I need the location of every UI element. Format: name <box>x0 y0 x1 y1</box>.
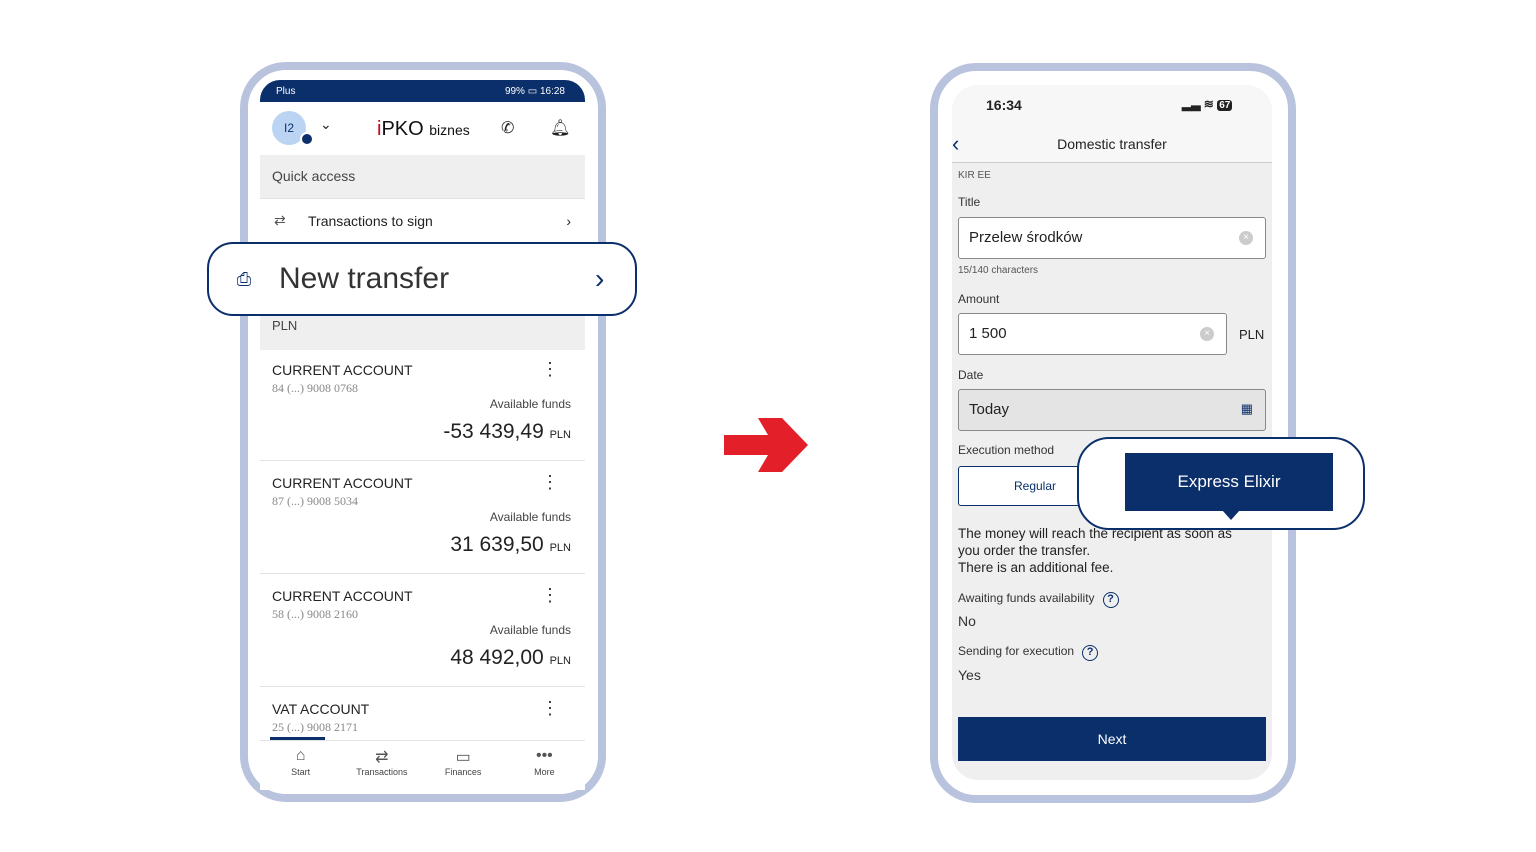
transfer-money-icon: ⎙ <box>236 268 252 289</box>
nav-transactions[interactable]: ⇄ Transactions <box>341 741 422 790</box>
nav-more[interactable]: ••• More <box>504 741 585 790</box>
more-options-icon[interactable]: ⋮ <box>541 360 559 378</box>
status-bar: 16:34 ▂▃ ≋ 67 <box>952 85 1272 125</box>
account-card[interactable]: VAT ACCOUNT 25 (...) 9008 2171 ⋮ <box>260 689 585 740</box>
transfer-icon: ⇄ <box>274 212 286 228</box>
home-icon: ⌂ <box>295 747 306 764</box>
currency-section-heading: PLN <box>260 316 585 350</box>
more-options-icon[interactable]: ⋮ <box>541 473 559 491</box>
nav-finances[interactable]: ▭ Finances <box>423 741 504 790</box>
screen-header: ‹ Domestic transfer <box>952 125 1272 163</box>
bell-icon[interactable]: 🔔︎ <box>550 118 570 138</box>
help-icon[interactable]: ? <box>1082 645 1099 661</box>
phone-call-icon[interactable]: ✆ <box>501 118 514 138</box>
next-button[interactable]: Next <box>958 717 1266 761</box>
clear-icon[interactable]: × <box>1200 327 1214 341</box>
account-card[interactable]: CURRENT ACCOUNT 87 (...) 9008 5034 ⋮ Avai… <box>260 463 585 574</box>
business-badge-icon <box>300 132 314 146</box>
signal-wifi-battery-icon: ▂▃ ≋ 67 <box>1182 97 1233 111</box>
execution-info: The money will reach the recipient as so… <box>958 526 1232 575</box>
wallet-icon: ▭ <box>455 749 471 766</box>
transactions-to-sign-item[interactable]: ⇄ Transactions to sign › <box>260 198 585 242</box>
selection-pointer <box>1222 510 1240 520</box>
date-input[interactable]: Today ▦ <box>958 389 1266 431</box>
clear-icon[interactable]: × <box>1239 231 1253 245</box>
chevron-right-icon: › <box>566 212 571 229</box>
nav-start[interactable]: ⌂ Start <box>260 741 341 790</box>
bottom-navigation: ⌂ Start ⇄ Transactions ▭ Finances ••• More <box>260 740 585 790</box>
calendar-icon: ▦ <box>1240 401 1253 416</box>
quick-access-heading: Quick access <box>260 155 585 198</box>
chevron-right-icon: › <box>595 263 605 294</box>
help-icon[interactable]: ? <box>1102 592 1119 608</box>
more-options-icon[interactable]: ⋮ <box>541 586 559 604</box>
account-card[interactable]: CURRENT ACCOUNT 84 (...) 9008 0768 ⋮ Avai… <box>260 350 585 461</box>
more-icon: ••• <box>535 747 553 764</box>
logo: iPKO biznes <box>377 118 470 140</box>
more-options-icon[interactable]: ⋮ <box>541 699 559 717</box>
method-express-elixir-button[interactable]: Express Elixir <box>1125 453 1333 511</box>
amount-input[interactable]: 1 500 × <box>958 313 1227 355</box>
chevron-down-icon[interactable]: ⌄ <box>320 116 332 133</box>
transfer-icon: ⇄ <box>375 749 389 766</box>
new-transfer-button[interactable]: ⎙ New transfer › <box>207 242 637 316</box>
arrow-right-icon <box>724 418 808 472</box>
account-card[interactable]: CURRENT ACCOUNT 58 (...) 9008 2160 ⋮ Avai… <box>260 576 585 687</box>
status-bar: Plus 99% ▭ 16:28 <box>260 80 585 102</box>
app-header: I2 ⌄ iPKO biznes ✆ 🔔︎ <box>260 102 585 155</box>
title-input[interactable]: Przelew środków × <box>958 217 1266 259</box>
domestic-transfer-screen: 16:34 ▂▃ ≋ 67 ‹ Domestic transfer KIR EE… <box>952 85 1272 780</box>
